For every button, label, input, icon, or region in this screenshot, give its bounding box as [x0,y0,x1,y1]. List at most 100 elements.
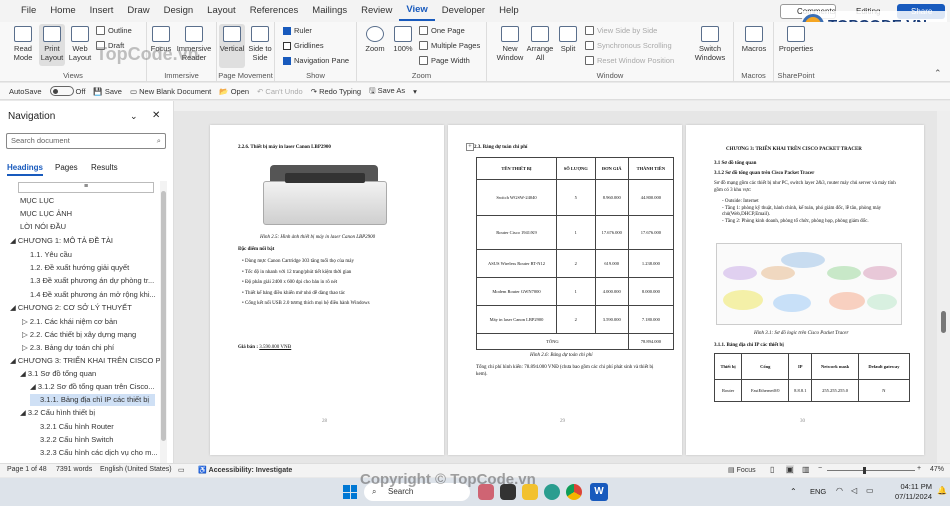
notification-bell-icon[interactable]: 🔔 [937,486,947,495]
view-side-by-side-button[interactable]: View Side by Side [585,26,657,35]
zoom-level[interactable]: 47% [930,466,944,473]
word-predictions-icon[interactable]: ▭ [178,466,185,474]
nav-scroll-thumb[interactable] [161,191,166,441]
save-as-button[interactable]: 🖫 Save As [369,85,405,98]
scroll-thumb[interactable] [941,311,946,333]
tab-help[interactable]: Help [492,0,526,22]
nav-heading-1-2[interactable]: 1.2. Đề xuất hướng giải quyết [0,262,160,274]
page-30[interactable]: CHƯƠNG 3: TRIỂN KHAI TRÊN CISCO PACKET T… [686,125,924,455]
tab-pages[interactable]: Pages [55,163,78,172]
volume-icon[interactable]: ◁ [851,486,857,495]
language[interactable]: English (United States) [100,466,172,473]
autosave-toggle[interactable]: Off [49,86,85,96]
print-layout-button[interactable]: Print Layout [39,24,65,66]
navigation-options-icon[interactable]: ⌄ [130,111,138,122]
web-layout-view-icon[interactable]: ▥ [802,465,810,474]
vertical-scrollbar[interactable] [937,111,950,463]
wifi-icon[interactable]: ◠ [836,486,843,495]
one-page-button[interactable]: One Page [419,26,465,35]
tab-home[interactable]: Home [43,0,82,22]
tab-review[interactable]: Review [354,0,399,22]
tab-insert[interactable]: Insert [83,0,121,22]
split-button[interactable]: Split [555,26,581,53]
page-28[interactable]: 2.2.6. Thiết bị máy in laser Canon LBP29… [210,125,444,455]
edge-browser-icon[interactable] [544,484,560,500]
nav-heading-chuong-3[interactable]: ◢ CHƯƠNG 3: TRIỂN KHAI TRÊN CISCO P... [0,355,160,367]
nav-scrollbar[interactable] [160,181,167,463]
zoom-out-icon[interactable]: − [818,465,822,472]
nav-heading-3-2-2[interactable]: 3.2.2 Cấu hình Switch [0,434,160,446]
navigation-pane-checkbox[interactable]: Navigation Pane [283,56,349,65]
nav-heading-2-3[interactable]: ▷ 2.3. Bảng dự toán chi phí [0,342,160,354]
reset-window-position-button[interactable]: Reset Window Position [585,56,674,65]
web-layout-button[interactable]: Web Layout [66,26,94,62]
search-document-input[interactable]: Search document ⌕ [6,133,166,149]
nav-heading-3-2-1[interactable]: 3.2.1 Cấu hình Router [0,421,160,433]
nav-heading-1-3[interactable]: 1.3 Đề xuất phương án dự phòng tr... [0,275,160,287]
tab-layout[interactable]: Layout [200,0,243,22]
nav-heading-3-1-1[interactable]: 3.1.1. Bảng địa chỉ IP các thiết bị [30,394,155,406]
windows-start-icon[interactable] [343,485,357,499]
nav-heading-muc-luc[interactable]: MỤC LỤC [0,195,160,207]
tab-file[interactable]: File [14,0,43,22]
tab-headings[interactable]: Headings [7,163,44,176]
tab-results[interactable]: Results [91,163,118,172]
tab-mailings[interactable]: Mailings [305,0,354,22]
nav-heading-1-4[interactable]: 1.4 Đề xuất phương án mở rộng khi... [0,289,160,301]
outline-button[interactable]: Outline [96,26,132,35]
tab-draw[interactable]: Draw [120,0,156,22]
nav-heading-chuong-2[interactable]: ◢ CHƯƠNG 2: CƠ SỞ LÝ THUYẾT [0,302,160,314]
word-app-icon[interactable]: W [590,483,608,501]
tab-developer[interactable]: Developer [435,0,492,22]
switch-windows-button[interactable]: Switch Windows [691,26,729,62]
arrange-all-button[interactable]: Arrange All [525,26,555,62]
gridlines-checkbox[interactable]: Gridlines [283,41,324,50]
zoom-100-button[interactable]: 100% [391,26,415,53]
nav-heading-2-2[interactable]: ▷ 2.2. Các thiết bị xây dựng mạng [0,329,160,341]
document-canvas[interactable]: 2.2.6. Thiết bị máy in laser Canon LBP29… [174,111,937,463]
nav-heading-chuong-1[interactable]: ◢ CHƯƠNG 1: MÔ TẢ ĐỀ TÀI [0,235,160,247]
table-move-handle-icon[interactable]: + [466,143,474,151]
zoom-slider[interactable] [827,467,915,474]
clock[interactable]: 04:11 PM 07/11/2024 [888,482,932,502]
nav-heading-1-1[interactable]: 1.1. Yêu cầu [0,249,160,261]
page-count[interactable]: Page 1 of 48 [7,466,47,473]
battery-icon[interactable]: ▭ [866,486,874,495]
zoom-button[interactable]: Zoom [363,26,387,53]
input-language[interactable]: ENG [810,487,826,496]
vertical-button[interactable]: Vertical [219,24,245,68]
redo-button[interactable]: ↷ Redo Typing [311,87,361,96]
read-mode-view-icon[interactable]: ▯ [770,465,774,474]
zoom-in-icon[interactable]: + [917,465,921,472]
new-window-button[interactable]: New Window [493,26,527,62]
properties-button[interactable]: Properties [776,26,816,53]
new-blank-document-button[interactable]: ▭ New Blank Document [130,87,211,96]
ruler-checkbox[interactable]: Ruler [283,26,312,35]
side-to-side-button[interactable]: Side to Side [247,26,273,62]
macros-button[interactable]: Macros [738,26,770,53]
chrome-icon[interactable] [566,484,582,500]
page-width-button[interactable]: Page Width [419,56,470,65]
nav-heading-muc-luc-anh[interactable]: MỤC LỤC ẢNH [0,208,160,220]
collapse-ribbon-icon[interactable]: ⌃ [934,68,942,79]
tab-references[interactable]: References [243,0,306,22]
tray-chevron-icon[interactable]: ⌃ [790,487,797,496]
word-count[interactable]: 7391 words [56,466,92,473]
nav-heading-3-1-2[interactable]: ◢ 3.1.2 Sơ đồ tổng quan trên Cisco... [0,381,160,393]
multiple-pages-button[interactable]: Multiple Pages [419,41,480,50]
nav-heading-3-1[interactable]: ◢ 3.1 Sơ đồ tổng quan [0,368,160,380]
customize-qat-icon[interactable]: ▾ [413,87,417,96]
synchronous-scrolling-button[interactable]: Synchronous Scrolling [585,41,672,50]
page-29[interactable]: + 2.3. Bảng dự toán chi phí TÊN THIẾT BỊ… [448,125,682,455]
close-icon[interactable]: ✕ [152,110,160,121]
horizontal-ruler[interactable] [174,101,950,111]
focus-mode-button[interactable]: ▤ Focus [728,466,756,474]
accessibility-status[interactable]: ♿ Accessibility: Investigate [198,466,292,474]
tab-design[interactable]: Design [157,0,201,22]
open-button[interactable]: 📂 Open [219,87,249,96]
tab-view[interactable]: View [399,1,435,21]
undo-button[interactable]: ↶ Can't Undo [257,87,303,96]
read-mode-button[interactable]: Read Mode [8,26,38,62]
save-button[interactable]: 💾 Save [93,87,122,96]
nav-heading-3-2-3[interactable]: 3.2.3 Cấu hình các dịch vụ cho m... [0,447,160,459]
